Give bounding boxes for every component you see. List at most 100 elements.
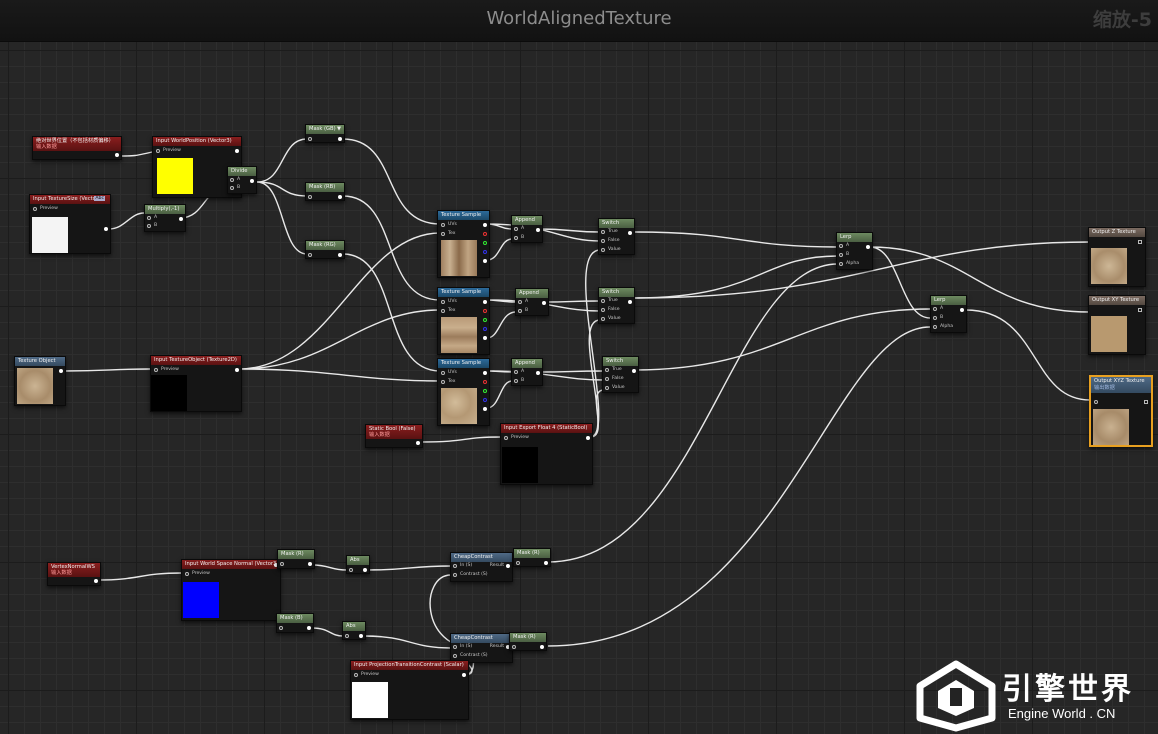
false-pin[interactable] (601, 239, 605, 243)
node-input-projection-contrast[interactable]: Input ProjectionTransitionContrast (Scal… (350, 660, 469, 720)
input-pin-a[interactable] (933, 307, 937, 311)
node-texture-sample-1[interactable]: Texture Sample UVs Tex (437, 210, 490, 278)
node-divide[interactable]: Divide A B (227, 166, 257, 194)
output-pin[interactable] (338, 137, 342, 141)
b-output-pin[interactable] (483, 250, 487, 254)
input-pin[interactable] (1094, 400, 1098, 404)
output-pin[interactable] (536, 371, 540, 375)
node-output-xyz-texture[interactable]: Output XYZ Texture 输出数据 (1089, 375, 1153, 447)
input-pin-a[interactable] (147, 216, 151, 220)
input-pin-a[interactable] (514, 227, 518, 231)
node-mask-r-2[interactable]: Mask (R) (513, 548, 551, 567)
input-pin[interactable] (308, 137, 312, 141)
output-pin[interactable] (94, 579, 98, 583)
input-pin-a[interactable] (839, 244, 843, 248)
output-pin[interactable] (235, 368, 239, 372)
collapse-arrow-icon[interactable]: ▼ (334, 125, 341, 134)
output-pin[interactable] (960, 308, 964, 312)
node-cheap-contrast-1[interactable]: CheapContrast In (S) Contrast (S) Result (450, 552, 513, 582)
node-texture-sample-3[interactable]: Texture Sample UVs Tex (437, 358, 490, 426)
input-pin[interactable] (512, 645, 516, 649)
input-pin[interactable] (308, 253, 312, 257)
output-pin[interactable] (250, 179, 254, 183)
node-vertex-normal-ws[interactable]: VertexNormalWS 输入数据 (47, 562, 101, 586)
node-abs-2[interactable]: Abs (342, 621, 366, 640)
node-mask-r-3[interactable]: Mask (R) (509, 632, 547, 651)
rgb-output-pin[interactable] (483, 371, 487, 375)
output-pin[interactable] (540, 645, 544, 649)
output-pin[interactable] (866, 245, 870, 249)
output-pin[interactable] (462, 673, 466, 677)
node-lerp-2[interactable]: Lerp A B Alpha (930, 295, 967, 333)
node-append-1[interactable]: Append A B (511, 215, 543, 243)
node-static-bool[interactable]: Static Bool (False) 输入数据 (365, 424, 423, 448)
false-pin[interactable] (605, 377, 609, 381)
input-pin-b[interactable] (518, 309, 522, 313)
output-pin[interactable] (179, 217, 183, 221)
contrast-pin[interactable] (453, 573, 457, 577)
output-pin[interactable] (307, 626, 311, 630)
node-cheap-contrast-2[interactable]: CheapContrast In (S) Contrast (S) Result (450, 633, 513, 663)
true-pin[interactable] (605, 368, 609, 372)
in-pin[interactable] (453, 564, 457, 568)
tex-pin[interactable] (441, 232, 445, 236)
uvs-pin[interactable] (441, 300, 445, 304)
input-pin-b[interactable] (514, 236, 518, 240)
node-append-2[interactable]: Append A B (515, 288, 549, 316)
value-pin[interactable] (605, 386, 609, 390)
output-pin[interactable] (1138, 240, 1142, 244)
output-pin[interactable] (338, 195, 342, 199)
input-pin[interactable] (279, 626, 283, 630)
output-pin[interactable] (59, 369, 63, 373)
input-pin-b[interactable] (147, 224, 151, 228)
node-input-texture-size[interactable]: Input TextureSize (Vector3) Abc Preview (29, 194, 111, 254)
node-mask-gb[interactable]: Mask (GB) ▼ (305, 124, 345, 143)
value-pin[interactable] (601, 317, 605, 321)
output-pin[interactable] (338, 253, 342, 257)
input-pin[interactable] (516, 561, 520, 565)
preview-pin[interactable] (504, 436, 508, 440)
node-output-xy-texture[interactable]: Output XY Texture (1088, 295, 1146, 355)
rgb-output-pin[interactable] (483, 223, 487, 227)
output-pin[interactable] (544, 561, 548, 565)
node-mask-rb[interactable]: Mask (RB) (305, 182, 345, 201)
result-pin[interactable] (506, 564, 510, 568)
r-output-pin[interactable] (483, 309, 487, 313)
node-input-export-float4[interactable]: Input Export Float 4 (StaticBool) Previe… (500, 423, 593, 485)
input-pin[interactable] (308, 195, 312, 199)
output-pin[interactable] (104, 227, 108, 231)
input-pin-b[interactable] (230, 186, 234, 190)
node-texture-object[interactable]: Texture Object (14, 356, 66, 406)
node-append-3[interactable]: Append A B (511, 358, 543, 386)
r-output-pin[interactable] (483, 380, 487, 384)
b-output-pin[interactable] (483, 327, 487, 331)
output-pin[interactable] (542, 301, 546, 305)
node-texture-sample-2[interactable]: Texture Sample UVs Tex (437, 287, 490, 355)
contrast-pin[interactable] (453, 654, 457, 658)
a-output-pin[interactable] (483, 407, 487, 411)
node-switch-2[interactable]: Switch True False Value (598, 287, 635, 324)
a-output-pin[interactable] (483, 336, 487, 340)
node-input-texture-object[interactable]: Input TextureObject (Texture2D) Preview (150, 355, 242, 412)
output-pin[interactable] (628, 300, 632, 304)
node-mask-rg[interactable]: Mask (RG) (305, 240, 345, 259)
value-pin[interactable] (601, 248, 605, 252)
input-pin-a[interactable] (514, 370, 518, 374)
true-pin[interactable] (601, 230, 605, 234)
node-input-world-normal[interactable]: Input World Space Normal (Vector3) Previ… (181, 559, 281, 621)
g-output-pin[interactable] (483, 241, 487, 245)
alpha-pin[interactable] (933, 325, 937, 329)
input-pin-a[interactable] (230, 178, 234, 182)
false-pin[interactable] (601, 308, 605, 312)
uvs-pin[interactable] (441, 371, 445, 375)
tex-pin[interactable] (441, 309, 445, 313)
node-switch-1[interactable]: Switch True False Value (598, 218, 635, 255)
input-pin-b[interactable] (933, 316, 937, 320)
node-mask-b-1[interactable]: Mask (B) (276, 613, 314, 633)
input-pin[interactable] (349, 568, 353, 572)
g-output-pin[interactable] (483, 389, 487, 393)
g-output-pin[interactable] (483, 318, 487, 322)
preview-pin[interactable] (185, 572, 189, 576)
output-pin[interactable] (536, 228, 540, 232)
node-absolute-world-position[interactable]: 绝对世界位置（不包括材质偏移） 输入数据 (32, 136, 122, 160)
